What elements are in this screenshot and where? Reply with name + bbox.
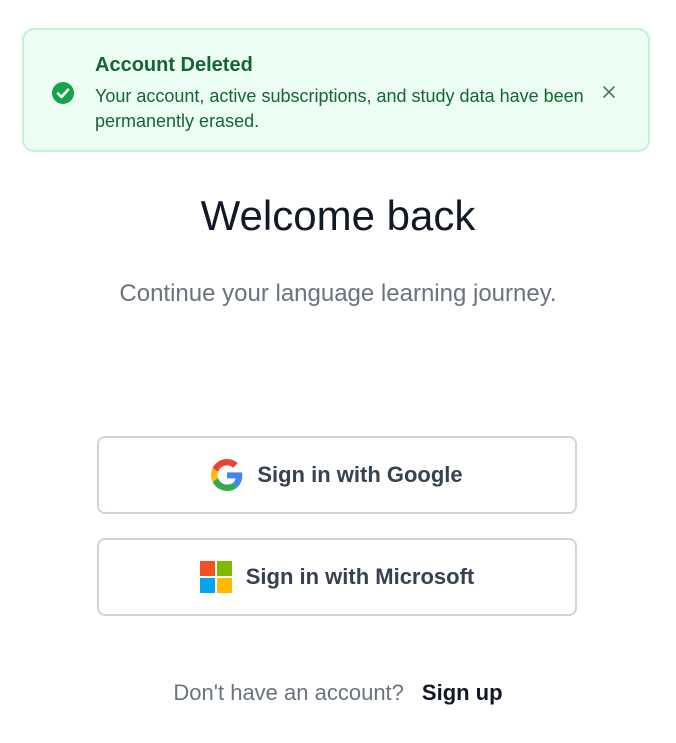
alert-message: Your account, active subscriptions, and …	[95, 86, 584, 131]
close-icon[interactable]	[597, 80, 621, 104]
page-title: Welcome back	[200, 192, 476, 239]
signup-prompt: Don't have an account? Sign up	[0, 678, 676, 708]
signup-prompt-text: Don't have an account?	[173, 680, 404, 705]
alert-title: Account Deleted	[95, 54, 253, 76]
google-logo-icon	[211, 459, 243, 491]
sign-in-google-label: Sign in with Google	[257, 462, 463, 487]
sign-in-microsoft-label: Sign in with Microsoft	[245, 564, 475, 589]
sign-in-microsoft-button[interactable]: Sign in with Microsoft	[97, 538, 577, 616]
check-circle-icon	[51, 81, 75, 105]
sign-up-link[interactable]: Sign up	[422, 678, 503, 708]
account-deleted-alert: Account Deleted Your account, active sub…	[22, 28, 650, 152]
page-subtitle: Continue your language learning journey.	[119, 280, 557, 307]
microsoft-logo-icon	[199, 561, 232, 593]
sign-in-google-button[interactable]: Sign in with Google	[97, 436, 577, 514]
